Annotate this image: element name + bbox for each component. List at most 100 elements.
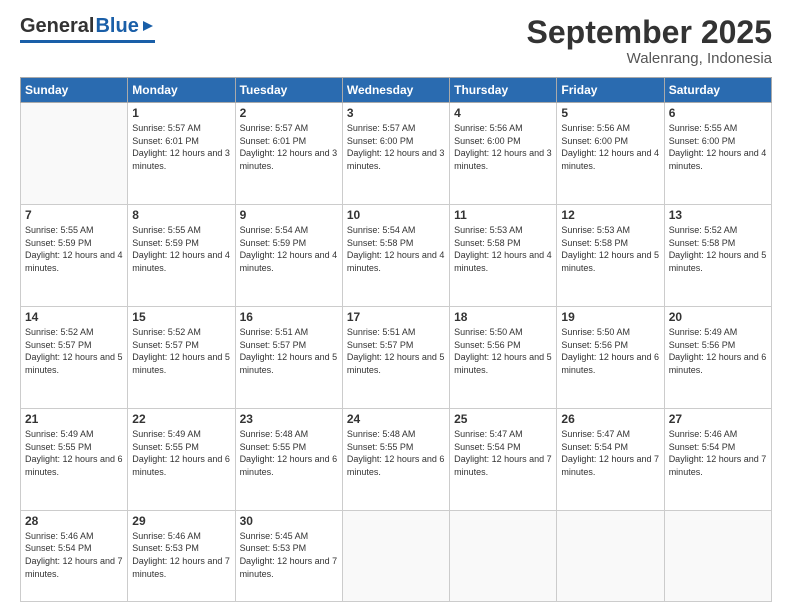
- day-info: Sunrise: 5:57 AMSunset: 6:00 PMDaylight:…: [347, 123, 445, 171]
- day-info: Sunrise: 5:54 AMSunset: 5:58 PMDaylight:…: [347, 225, 445, 273]
- day-number: 8: [132, 208, 230, 222]
- day-info: Sunrise: 5:51 AMSunset: 5:57 PMDaylight:…: [240, 327, 338, 375]
- day-info: Sunrise: 5:54 AMSunset: 5:59 PMDaylight:…: [240, 225, 338, 273]
- table-cell: 6Sunrise: 5:55 AMSunset: 6:00 PMDaylight…: [664, 103, 771, 205]
- table-cell: 29Sunrise: 5:46 AMSunset: 5:53 PMDayligh…: [128, 510, 235, 601]
- day-info: Sunrise: 5:55 AMSunset: 6:00 PMDaylight:…: [669, 123, 767, 171]
- table-cell: 14 Sunrise: 5:52 AMSunset: 5:57 PMDayligh…: [21, 307, 128, 409]
- header-tuesday: Tuesday: [235, 78, 342, 103]
- day-number: 21: [25, 412, 123, 426]
- day-info: Sunrise: 5:52 AMSunset: 5:57 PMDaylight:…: [25, 327, 123, 375]
- header: General Blue September 2025 Walenrang, I…: [20, 15, 772, 67]
- table-cell: [342, 510, 449, 601]
- table-cell: 8 Sunrise: 5:55 AMSunset: 5:59 PMDaylight…: [128, 205, 235, 307]
- table-cell: 16 Sunrise: 5:51 AMSunset: 5:57 PMDayligh…: [235, 307, 342, 409]
- table-cell: 23 Sunrise: 5:48 AMSunset: 5:55 PMDayligh…: [235, 408, 342, 510]
- table-cell: [557, 510, 664, 601]
- day-info: Sunrise: 5:56 AMSunset: 6:00 PMDaylight:…: [454, 123, 552, 171]
- table-cell: 18 Sunrise: 5:50 AMSunset: 5:56 PMDayligh…: [450, 307, 557, 409]
- day-info: Sunrise: 5:56 AMSunset: 6:00 PMDaylight:…: [561, 123, 659, 171]
- day-info: Sunrise: 5:52 AMSunset: 5:58 PMDaylight:…: [669, 225, 767, 273]
- day-number: 3: [347, 106, 445, 120]
- table-cell: 28Sunrise: 5:46 AMSunset: 5:54 PMDayligh…: [21, 510, 128, 601]
- day-number: 23: [240, 412, 338, 426]
- day-info: Sunrise: 5:52 AMSunset: 5:57 PMDaylight:…: [132, 327, 230, 375]
- logo-arrow-icon: [141, 19, 155, 33]
- day-info: Sunrise: 5:57 AMSunset: 6:01 PMDaylight:…: [132, 123, 230, 171]
- day-number: 19: [561, 310, 659, 324]
- table-cell: 21 Sunrise: 5:49 AMSunset: 5:55 PMDayligh…: [21, 408, 128, 510]
- table-cell: [664, 510, 771, 601]
- logo-blue-text: Blue: [95, 15, 138, 38]
- day-info: Sunrise: 5:49 AMSunset: 5:55 PMDaylight:…: [132, 429, 230, 477]
- day-info: Sunrise: 5:55 AMSunset: 5:59 PMDaylight:…: [25, 225, 123, 273]
- location: Walenrang, Indonesia: [527, 50, 772, 67]
- day-info: Sunrise: 5:49 AMSunset: 5:55 PMDaylight:…: [25, 429, 123, 477]
- table-cell: 17Sunrise: 5:51 AMSunset: 5:57 PMDayligh…: [342, 307, 449, 409]
- day-info: Sunrise: 5:53 AMSunset: 5:58 PMDaylight:…: [561, 225, 659, 273]
- header-monday: Monday: [128, 78, 235, 103]
- day-info: Sunrise: 5:46 AMSunset: 5:54 PMDaylight:…: [669, 429, 767, 477]
- logo: General Blue: [20, 15, 155, 43]
- day-info: Sunrise: 5:55 AMSunset: 5:59 PMDaylight:…: [132, 225, 230, 273]
- logo-general: General: [20, 15, 94, 38]
- table-cell: [450, 510, 557, 601]
- day-number: 14: [25, 310, 123, 324]
- day-number: 20: [669, 310, 767, 324]
- header-thursday: Thursday: [450, 78, 557, 103]
- day-info: Sunrise: 5:48 AMSunset: 5:55 PMDaylight:…: [347, 429, 445, 477]
- table-cell: 11Sunrise: 5:53 AMSunset: 5:58 PMDayligh…: [450, 205, 557, 307]
- day-number: 26: [561, 412, 659, 426]
- day-number: 9: [240, 208, 338, 222]
- day-number: 18: [454, 310, 552, 324]
- month-title: September 2025: [527, 15, 772, 50]
- day-number: 7: [25, 208, 123, 222]
- title-block: September 2025 Walenrang, Indonesia: [527, 15, 772, 67]
- table-cell: 10 Sunrise: 5:54 AMSunset: 5:58 PMDayligh…: [342, 205, 449, 307]
- table-cell: 20Sunrise: 5:49 AMSunset: 5:56 PMDayligh…: [664, 307, 771, 409]
- day-info: Sunrise: 5:53 AMSunset: 5:58 PMDaylight:…: [454, 225, 552, 273]
- day-number: 10: [347, 208, 445, 222]
- day-number: 4: [454, 106, 552, 120]
- day-number: 2: [240, 106, 338, 120]
- day-number: 22: [132, 412, 230, 426]
- table-cell: 12 Sunrise: 5:53 AMSunset: 5:58 PMDayligh…: [557, 205, 664, 307]
- header-wednesday: Wednesday: [342, 78, 449, 103]
- day-number: 28: [25, 514, 123, 528]
- table-cell: 24 Sunrise: 5:48 AMSunset: 5:55 PMDayligh…: [342, 408, 449, 510]
- table-cell: 3 Sunrise: 5:57 AMSunset: 6:00 PMDaylight…: [342, 103, 449, 205]
- table-cell: 2Sunrise: 5:57 AMSunset: 6:01 PMDaylight…: [235, 103, 342, 205]
- day-number: 1: [132, 106, 230, 120]
- day-info: Sunrise: 5:51 AMSunset: 5:57 PMDaylight:…: [347, 327, 445, 375]
- calendar-table: Sunday Monday Tuesday Wednesday Thursday…: [20, 77, 772, 602]
- table-cell: 19 Sunrise: 5:50 AMSunset: 5:56 PMDayligh…: [557, 307, 664, 409]
- day-number: 15: [132, 310, 230, 324]
- day-info: Sunrise: 5:46 AMSunset: 5:53 PMDaylight:…: [132, 531, 230, 579]
- header-sunday: Sunday: [21, 78, 128, 103]
- day-number: 24: [347, 412, 445, 426]
- day-info: Sunrise: 5:45 AMSunset: 5:53 PMDaylight:…: [240, 531, 338, 579]
- table-cell: 22 Sunrise: 5:49 AMSunset: 5:55 PMDayligh…: [128, 408, 235, 510]
- day-number: 12: [561, 208, 659, 222]
- day-info: Sunrise: 5:47 AMSunset: 5:54 PMDaylight:…: [454, 429, 552, 477]
- weekday-header-row: Sunday Monday Tuesday Wednesday Thursday…: [21, 78, 772, 103]
- table-cell: 30Sunrise: 5:45 AMSunset: 5:53 PMDayligh…: [235, 510, 342, 601]
- day-number: 25: [454, 412, 552, 426]
- table-cell: 13Sunrise: 5:52 AMSunset: 5:58 PMDayligh…: [664, 205, 771, 307]
- table-cell: 4 Sunrise: 5:56 AMSunset: 6:00 PMDaylight…: [450, 103, 557, 205]
- header-friday: Friday: [557, 78, 664, 103]
- table-cell: 5 Sunrise: 5:56 AMSunset: 6:00 PMDaylight…: [557, 103, 664, 205]
- day-number: 5: [561, 106, 659, 120]
- table-cell: 15 Sunrise: 5:52 AMSunset: 5:57 PMDayligh…: [128, 307, 235, 409]
- table-cell: 1 Sunrise: 5:57 AMSunset: 6:01 PMDaylight…: [128, 103, 235, 205]
- table-cell: 25 Sunrise: 5:47 AMSunset: 5:54 PMDayligh…: [450, 408, 557, 510]
- day-info: Sunrise: 5:48 AMSunset: 5:55 PMDaylight:…: [240, 429, 338, 477]
- day-info: Sunrise: 5:50 AMSunset: 5:56 PMDaylight:…: [454, 327, 552, 375]
- header-saturday: Saturday: [664, 78, 771, 103]
- day-number: 27: [669, 412, 767, 426]
- day-info: Sunrise: 5:47 AMSunset: 5:54 PMDaylight:…: [561, 429, 659, 477]
- day-number: 16: [240, 310, 338, 324]
- table-cell: 26 Sunrise: 5:47 AMSunset: 5:54 PMDayligh…: [557, 408, 664, 510]
- logo-underline: [20, 40, 155, 43]
- day-info: Sunrise: 5:50 AMSunset: 5:56 PMDaylight:…: [561, 327, 659, 375]
